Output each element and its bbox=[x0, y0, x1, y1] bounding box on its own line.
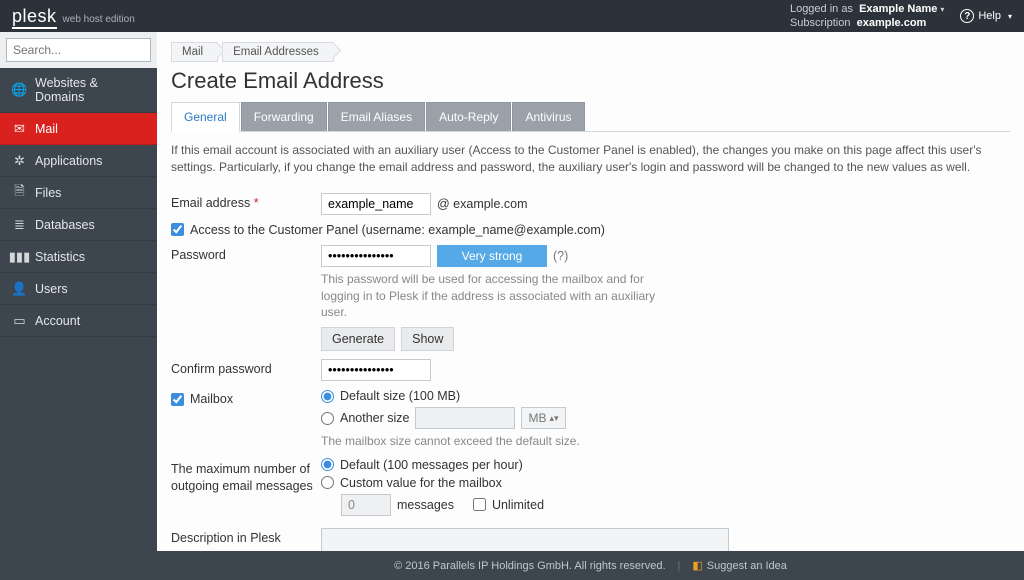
sidebar-item-users[interactable]: 👤Users bbox=[0, 273, 157, 305]
password-hint: This password will be used for accessing… bbox=[321, 271, 681, 321]
search-input[interactable] bbox=[7, 43, 174, 57]
bars-icon: ▮▮▮ bbox=[12, 249, 27, 264]
help-menu[interactable]: ? Help▾ bbox=[960, 9, 1012, 23]
database-icon: ≣ bbox=[12, 217, 27, 232]
description-textarea[interactable] bbox=[321, 528, 729, 551]
chevron-down-icon: ▾ bbox=[1008, 12, 1012, 21]
email-address-label: Email address * bbox=[171, 193, 321, 210]
outgoing-unlimited-checkbox[interactable] bbox=[473, 498, 486, 511]
sidebar-item-mail[interactable]: ✉Mail bbox=[0, 113, 157, 145]
tab-forwarding[interactable]: Forwarding bbox=[241, 102, 327, 131]
sidebar-item-databases[interactable]: ≣Databases bbox=[0, 209, 157, 241]
user-name: Example Name bbox=[859, 3, 937, 15]
sidebar-item-statistics[interactable]: ▮▮▮Statistics bbox=[0, 241, 157, 273]
top-bar: plesk web host edition Logged in as Exam… bbox=[0, 0, 1024, 32]
description-label: Description in Plesk bbox=[171, 528, 321, 545]
brand-name: plesk bbox=[12, 6, 57, 27]
mailbox-another-label: Another size bbox=[340, 411, 409, 425]
subscription-name: example.com bbox=[857, 17, 927, 29]
mailbox-size-another-radio[interactable] bbox=[321, 412, 334, 425]
mailbox-size-input[interactable] bbox=[415, 407, 515, 429]
globe-icon: 🌐 bbox=[12, 83, 27, 98]
search-box bbox=[6, 38, 151, 62]
confirm-password-label: Confirm password bbox=[171, 359, 321, 376]
password-input[interactable] bbox=[321, 245, 431, 267]
content: Mail Email Addresses Create Email Addres… bbox=[157, 32, 1024, 580]
user-icon: 👤 bbox=[12, 281, 27, 296]
outgoing-unit-label: messages bbox=[397, 498, 454, 512]
sidebar: 🌐Websites & Domains ✉Mail ✲Applications … bbox=[0, 32, 157, 580]
footer: © 2016 Parallels IP Holdings GmbH. All r… bbox=[157, 551, 1024, 580]
suggest-idea-link[interactable]: ◧Suggest an Idea bbox=[692, 559, 787, 572]
password-label: Password bbox=[171, 245, 321, 262]
tab-general[interactable]: General bbox=[171, 102, 240, 132]
envelope-icon: ✉ bbox=[12, 121, 27, 136]
tab-auto-reply[interactable]: Auto-Reply bbox=[426, 102, 511, 131]
password-help-icon[interactable]: (?) bbox=[553, 249, 568, 263]
sidebar-item-files[interactable]: 🗎Files bbox=[0, 177, 157, 209]
breadcrumb-mail[interactable]: Mail bbox=[171, 42, 218, 62]
tab-email-aliases[interactable]: Email Aliases bbox=[328, 102, 425, 131]
mailbox-size-note: The mailbox size cannot exceed the defau… bbox=[321, 433, 1010, 450]
sidebar-item-applications[interactable]: ✲Applications bbox=[0, 145, 157, 177]
mailbox-label-wrap: Mailbox bbox=[171, 389, 321, 406]
page-title: Create Email Address bbox=[171, 68, 1010, 94]
password-strength-meter: Very strong bbox=[437, 245, 547, 267]
footer-copyright: © 2016 Parallels IP Holdings GmbH. All r… bbox=[394, 560, 665, 572]
sidebar-item-account[interactable]: ▭Account bbox=[0, 305, 157, 337]
brand: plesk web host edition bbox=[12, 6, 135, 27]
mailbox-default-label: Default size (100 MB) bbox=[340, 389, 460, 403]
show-password-button[interactable]: Show bbox=[401, 327, 454, 351]
outgoing-value-input[interactable] bbox=[341, 494, 391, 516]
generate-password-button[interactable]: Generate bbox=[321, 327, 395, 351]
outgoing-default-label: Default (100 messages per hour) bbox=[340, 458, 523, 472]
tab-antivirus[interactable]: Antivirus bbox=[512, 102, 584, 131]
sidebar-item-websites-domains[interactable]: 🌐Websites & Domains bbox=[0, 68, 157, 113]
access-customer-panel-checkbox[interactable] bbox=[171, 223, 184, 236]
nav-list: 🌐Websites & Domains ✉Mail ✲Applications … bbox=[0, 68, 157, 337]
apps-icon: ✲ bbox=[12, 153, 27, 168]
folder-icon: 🗎 bbox=[12, 185, 27, 200]
outgoing-custom-radio[interactable] bbox=[321, 476, 334, 489]
outgoing-custom-label: Custom value for the mailbox bbox=[340, 476, 502, 490]
intro-note: If this email account is associated with… bbox=[171, 142, 1010, 177]
outgoing-unlimited-label: Unlimited bbox=[492, 498, 544, 512]
brand-edition: web host edition bbox=[63, 14, 135, 25]
breadcrumb-email-addresses[interactable]: Email Addresses bbox=[222, 42, 334, 62]
lightbulb-icon: ◧ bbox=[692, 559, 702, 572]
access-customer-panel-label: Access to the Customer Panel (username: … bbox=[190, 223, 605, 237]
outgoing-default-radio[interactable] bbox=[321, 458, 334, 471]
outgoing-label: The maximum number of outgoing email mes… bbox=[171, 458, 321, 495]
breadcrumb: Mail Email Addresses bbox=[171, 42, 1010, 62]
email-domain-suffix: @ example.com bbox=[437, 197, 528, 211]
mailbox-checkbox[interactable] bbox=[171, 393, 184, 406]
mailbox-size-default-radio[interactable] bbox=[321, 390, 334, 403]
card-icon: ▭ bbox=[12, 313, 27, 328]
login-info[interactable]: Logged in as Example Name▾ Subscription … bbox=[790, 2, 944, 31]
confirm-password-input[interactable] bbox=[321, 359, 431, 381]
mailbox-unit-select[interactable]: MB▴▾ bbox=[521, 407, 565, 429]
email-localpart-input[interactable] bbox=[321, 193, 431, 215]
help-icon: ? bbox=[960, 9, 974, 23]
chevron-down-icon: ▾ bbox=[940, 5, 944, 14]
tabs: General Forwarding Email Aliases Auto-Re… bbox=[171, 102, 1010, 132]
